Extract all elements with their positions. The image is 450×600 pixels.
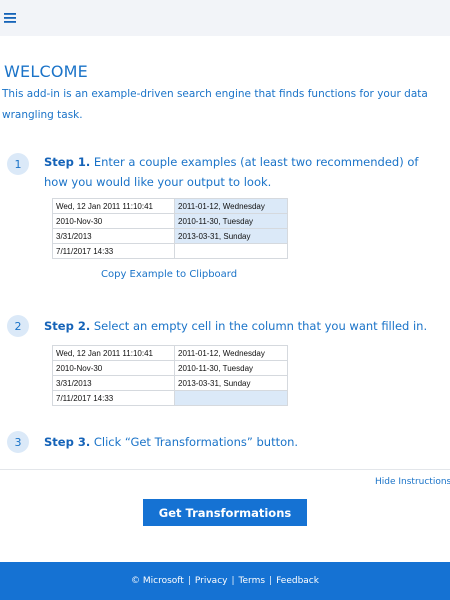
divider bbox=[0, 469, 450, 470]
step-1-title: Step 1. bbox=[44, 155, 91, 169]
step-1-description: Enter a couple examples (at least two re… bbox=[44, 155, 419, 189]
hide-instructions-link[interactable]: Hide Instructions bbox=[375, 477, 450, 487]
step-2-text: Step 2. Select an empty cell in the colu… bbox=[44, 316, 444, 336]
footer-separator: | bbox=[269, 576, 273, 586]
step-2-description: Select an empty cell in the column that … bbox=[90, 319, 428, 333]
table-row: 3/31/2013 2013-03-31, Sunday bbox=[52, 228, 288, 244]
footer-terms-link[interactable]: Terms bbox=[239, 576, 266, 586]
step-1-badge: 1 bbox=[7, 153, 29, 175]
table-cell bbox=[174, 243, 288, 259]
table-cell: 3/31/2013 bbox=[52, 375, 175, 391]
table-row: 2010-Nov-30 2010-11-30, Tuesday bbox=[52, 213, 288, 229]
table-cell: 2011-01-12, Wednesday bbox=[174, 198, 288, 214]
table-cell: 2011-01-12, Wednesday bbox=[174, 345, 288, 361]
table-cell: 2010-11-30, Tuesday bbox=[174, 360, 288, 376]
top-bar bbox=[0, 0, 450, 36]
example-table-1: Wed, 12 Jan 2011 11:10:41 2011-01-12, We… bbox=[52, 198, 288, 259]
get-transformations-button[interactable]: Get Transformations bbox=[143, 499, 307, 526]
intro-text: This add-in is an example-driven search … bbox=[2, 88, 428, 121]
footer: © Microsoft | Privacy | Terms | Feedback bbox=[0, 562, 450, 600]
table-cell: 7/11/2017 14:33 bbox=[52, 390, 175, 406]
step-2-title: Step 2. bbox=[44, 319, 91, 333]
footer-separator: | bbox=[231, 576, 235, 586]
table-row: Wed, 12 Jan 2011 11:10:41 2011-01-12, We… bbox=[52, 345, 288, 361]
table-row: 2010-Nov-30 2010-11-30, Tuesday bbox=[52, 360, 288, 376]
table-cell: 2013-03-31, Sunday bbox=[174, 375, 288, 391]
step-1-text: Step 1. Enter a couple examples (at leas… bbox=[44, 152, 439, 192]
table-cell: 3/31/2013 bbox=[52, 228, 175, 244]
footer-separator: | bbox=[187, 576, 191, 586]
table-cell: 2010-11-30, Tuesday bbox=[174, 213, 288, 229]
table-row: 3/31/2013 2013-03-31, Sunday bbox=[52, 375, 288, 391]
selected-empty-cell bbox=[174, 390, 288, 406]
example-table-2: Wed, 12 Jan 2011 11:10:41 2011-01-12, We… bbox=[52, 345, 288, 406]
table-cell: 7/11/2017 14:33 bbox=[52, 243, 175, 259]
footer-copyright: © Microsoft bbox=[131, 576, 184, 586]
step-2-badge: 2 bbox=[7, 315, 29, 337]
table-cell: 2013-03-31, Sunday bbox=[174, 228, 288, 244]
table-cell: 2010-Nov-30 bbox=[52, 213, 175, 229]
step-3-title: Step 3. bbox=[44, 435, 91, 449]
table-cell: Wed, 12 Jan 2011 11:10:41 bbox=[52, 198, 175, 214]
step-3-description: Click “Get Transformations” button. bbox=[90, 435, 299, 449]
footer-feedback-link[interactable]: Feedback bbox=[276, 576, 319, 586]
step-3-text: Step 3. Click “Get Transformations” butt… bbox=[44, 432, 444, 452]
footer-privacy-link[interactable]: Privacy bbox=[195, 576, 228, 586]
table-row: 7/11/2017 14:33 bbox=[52, 243, 288, 259]
copy-example-link[interactable]: Copy Example to Clipboard bbox=[101, 269, 237, 280]
step-3-badge: 3 bbox=[7, 431, 29, 453]
table-cell: 2010-Nov-30 bbox=[52, 360, 175, 376]
hamburger-menu-icon[interactable] bbox=[3, 10, 19, 26]
table-cell: Wed, 12 Jan 2011 11:10:41 bbox=[52, 345, 175, 361]
welcome-title: WELCOME bbox=[4, 62, 88, 81]
table-row: 7/11/2017 14:33 bbox=[52, 390, 288, 406]
table-row: Wed, 12 Jan 2011 11:10:41 2011-01-12, We… bbox=[52, 198, 288, 214]
